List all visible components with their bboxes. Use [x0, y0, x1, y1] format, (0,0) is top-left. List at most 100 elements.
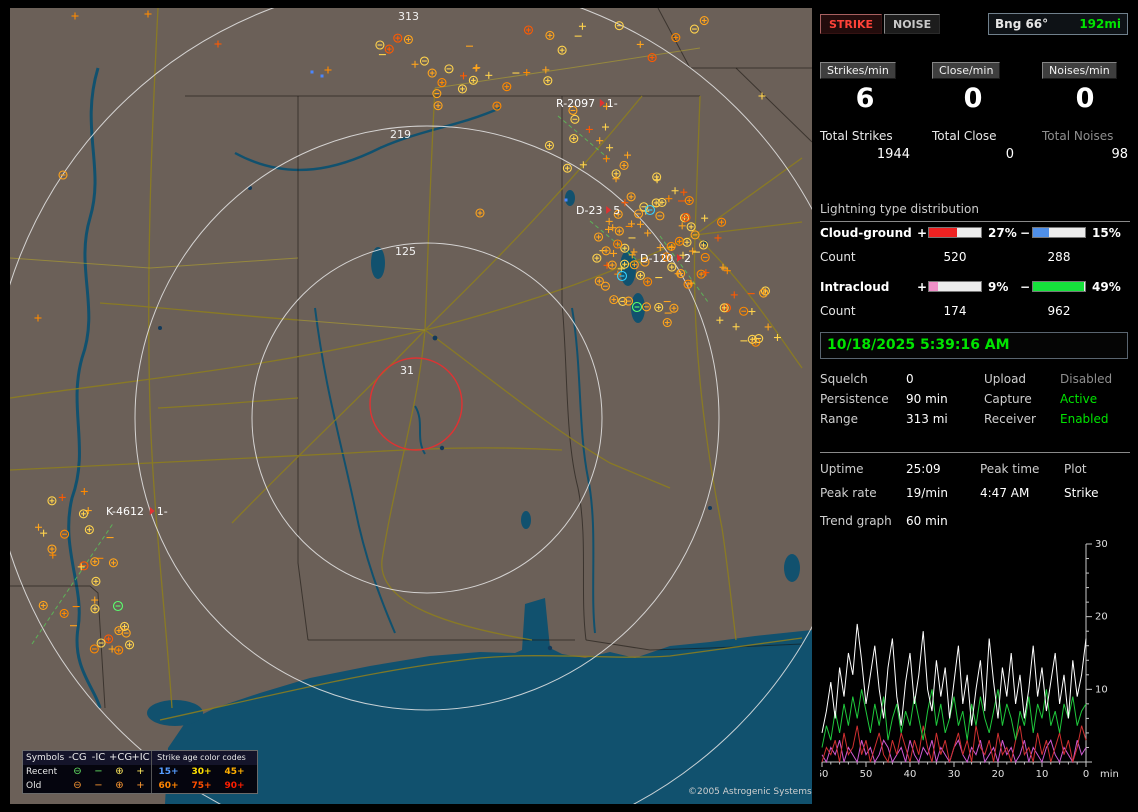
squelch-value: 0	[906, 372, 914, 386]
cloud-ground-row: Cloud-ground + 27% − 15%	[820, 226, 1130, 241]
cg-minus-pct: 15%	[1092, 226, 1121, 240]
range-ring-label: 125	[395, 245, 416, 258]
legend-grid: Symbols -CG -IC +CG +IC Strike age color code…	[23, 751, 257, 793]
trend-series-noises	[821, 738, 1087, 764]
minus-sign: −	[1020, 280, 1031, 294]
range-ring-label: 313	[398, 10, 419, 23]
legend-age-value: 15+	[158, 767, 179, 777]
close-column: Close/min 0 Total Close 0	[932, 62, 1014, 162]
noises-column: Noises/min 0 Total Noises 98	[1042, 62, 1128, 162]
persistence-value: 90 min	[906, 392, 948, 406]
legend-col-header: -CG	[68, 752, 87, 763]
trend-series-strikes	[821, 623, 1087, 733]
receiver-label: Receiver	[984, 412, 1036, 426]
trend-graph-row: Trend graph 60 min	[820, 514, 948, 528]
lightning-map[interactable]: 125 219 313 31 R-2097 1- D-23 5 D-120 2 K-4612 1- S…	[10, 8, 812, 804]
distribution-title: Lightning type distribution	[820, 202, 1130, 222]
storm-cell-label: R-2097	[556, 97, 595, 110]
ic-minus-pct: 49%	[1092, 280, 1121, 294]
legend-age-cells: 60+ 75+ 90+	[151, 779, 251, 793]
strikes-per-min-chip[interactable]: Strikes/min	[820, 62, 896, 79]
count-label: Count	[820, 304, 856, 318]
strikes-column: Strikes/min 6 Total Strikes 1944	[820, 62, 910, 162]
upload-label: Upload	[984, 372, 1027, 386]
ic-plus-bar	[928, 281, 982, 292]
noises-per-min-chip[interactable]: Noises/min	[1042, 62, 1117, 79]
legend-col-header: -IC	[91, 752, 106, 763]
plot-label: Plot	[1064, 462, 1087, 476]
uptime-value: 25:09	[906, 462, 941, 476]
strike-toggle-button[interactable]: STRIKE	[820, 14, 883, 34]
trend-y-tick-label: 10	[1095, 684, 1108, 695]
total-noises-label: Total Noises	[1042, 129, 1114, 143]
total-noises-value: 98	[1111, 147, 1128, 162]
peak-time-value: 4:47 AM	[980, 486, 1030, 500]
plus-sign: +	[917, 280, 928, 294]
peak-time-label: Peak time	[980, 462, 1040, 476]
storm-cell-rank: 5	[613, 204, 620, 217]
count-label: Count	[820, 250, 856, 264]
trend-y-tick-label: 30	[1095, 539, 1108, 550]
trend-x-tick-label: 20	[992, 769, 1005, 780]
intracloud-row: Intracloud + 9% − 49%	[820, 280, 1130, 295]
peak-rate-value: 19/min	[906, 486, 948, 500]
legend-age-value: 30+	[191, 767, 212, 777]
trend-x-tick-label: 30	[948, 769, 961, 780]
bearing-range-readout: Bng 66° 192mi	[988, 13, 1128, 35]
legend-header-row: Symbols -CG -IC +CG +IC Strike age color code…	[23, 751, 257, 765]
cloud-ground-count-row: Count 520 288	[820, 250, 1130, 265]
storm-cell-rank: 1-	[607, 97, 618, 110]
alarm-ring-label: 31	[400, 364, 414, 377]
cg-minus-count: 288	[1047, 250, 1071, 264]
legend-age-value: 60+	[158, 781, 179, 791]
legend-row: Recent ⊖ − ⊕ +15+ 30+ 45+	[23, 765, 257, 779]
intracloud-label: Intracloud	[820, 280, 890, 294]
plus-sign: +	[917, 226, 928, 240]
trend-graph-window: 60 min	[906, 514, 948, 528]
legend-symbol-icon: +	[136, 780, 145, 791]
persistence-label: Persistence	[820, 392, 889, 406]
legend-symbol-icon: ⊖	[73, 780, 82, 791]
legend-col-header: +IC	[131, 752, 150, 763]
close-per-min-value: 0	[963, 83, 983, 114]
noise-toggle-button[interactable]: NOISE	[884, 14, 941, 34]
legend-symbol-icon: −	[94, 766, 103, 777]
total-close-label: Total Close	[932, 129, 997, 143]
trend-x-tick-label: 60	[820, 769, 828, 780]
intracloud-count-row: Count 174 962	[820, 304, 1130, 319]
status-row-1: Squelch 0 Upload Disabled	[820, 372, 1130, 392]
plot-mode-value: Strike	[1064, 486, 1099, 500]
status-row-3: Range 313 mi Receiver Enabled	[820, 412, 1130, 432]
bearing-value: Bng 66°	[995, 17, 1049, 31]
storm-cell-rank: 1-	[157, 505, 168, 518]
noises-per-min-value: 0	[1075, 83, 1095, 114]
storm-cell-rank: 2	[684, 252, 691, 265]
ic-minus-count: 962	[1047, 304, 1071, 318]
range-value: 192mi	[1079, 17, 1121, 31]
session-row-2: Peak rate 19/min 4:47 AM Strike	[820, 486, 1130, 506]
trend-series-cloud_ground	[821, 725, 1087, 764]
cg-plus-count: 520	[943, 250, 967, 264]
legend-col-header: +CG	[109, 752, 133, 763]
total-strikes-value: 1944	[876, 147, 910, 162]
session-row-1: Uptime 25:09 Peak time Plot	[820, 462, 1130, 482]
trend-x-tick-label: 10	[1036, 769, 1049, 780]
datetime-readout: 10/18/2025 5:39:16 AM	[820, 332, 1128, 359]
legend-age-value: 45+	[224, 767, 245, 777]
range-ring-label: 219	[390, 128, 411, 141]
map-legend: Symbols -CG -IC +CG +IC Strike age color code…	[22, 750, 258, 794]
legend-row: Old ⊖ − ⊕ +60+ 75+ 90+	[23, 779, 257, 793]
storm-cell-label: D-120	[640, 252, 673, 265]
cg-plus-bar	[928, 227, 982, 238]
trend-y-tick-label: 20	[1095, 612, 1108, 623]
legend-symbol-icon: ⊖	[73, 766, 82, 777]
total-strikes-label: Total Strikes	[820, 129, 893, 143]
legend-row-label: Old	[26, 781, 42, 791]
capture-value: Active	[1060, 392, 1098, 406]
cg-minus-bar	[1032, 227, 1086, 238]
range-label: Range	[820, 412, 859, 426]
trend-series-intracloud	[821, 689, 1087, 748]
peak-rate-label: Peak rate	[820, 486, 877, 500]
panel-divider	[820, 452, 1130, 453]
close-per-min-chip[interactable]: Close/min	[932, 62, 1001, 79]
